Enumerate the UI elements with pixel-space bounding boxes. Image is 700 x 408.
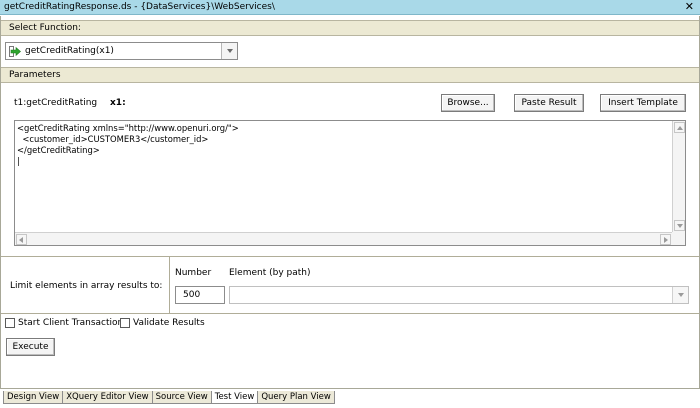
editor-line: </getCreditRating> xyxy=(17,145,100,155)
browse-button[interactable]: Browse... xyxy=(441,94,495,112)
function-select-value: getCreditRating(x1) xyxy=(25,46,114,56)
validate-results-checkbox[interactable] xyxy=(120,318,130,328)
element-column-header: Element (by path) xyxy=(229,268,311,278)
function-select[interactable]: getCreditRating(x1) xyxy=(5,42,238,60)
parameters-label: Parameters xyxy=(9,70,61,80)
limit-elements-label: Limit elements in array results to: xyxy=(10,281,163,291)
start-client-transaction-checkbox[interactable] xyxy=(5,318,15,328)
divider xyxy=(169,257,170,313)
validate-results-label[interactable]: Validate Results xyxy=(133,318,205,328)
chevron-down-icon xyxy=(677,224,683,228)
chevron-right-icon xyxy=(664,237,668,243)
scroll-up-button[interactable] xyxy=(674,122,685,133)
chevron-down-icon xyxy=(678,293,684,297)
chevron-up-icon xyxy=(677,126,683,130)
editor-content[interactable]: <getCreditRating xmlns="http://www.openu… xyxy=(17,123,239,167)
element-path-dropdown-button[interactable] xyxy=(672,287,688,303)
chevron-left-icon xyxy=(19,237,23,243)
editor-vertical-scrollbar[interactable] xyxy=(672,121,685,232)
window-title: getCreditRatingResponse.ds - {DataServic… xyxy=(4,2,275,12)
divider xyxy=(1,256,699,257)
select-function-header: Select Function: xyxy=(1,20,699,36)
number-column-header: Number xyxy=(175,268,212,278)
scroll-right-button[interactable] xyxy=(660,234,671,245)
close-icon[interactable]: ✕ xyxy=(685,0,694,14)
green-arrow-icon xyxy=(9,46,21,57)
function-select-dropdown-button[interactable] xyxy=(221,43,237,59)
divider xyxy=(1,313,699,314)
tab-source-view[interactable]: Source View xyxy=(151,391,212,404)
select-function-label: Select Function: xyxy=(9,23,81,33)
editor-line: <customer_id>CUSTOMER3</customer_id> xyxy=(17,134,209,144)
editor-line: <getCreditRating xmlns="http://www.openu… xyxy=(17,123,239,133)
tab-test-view[interactable]: Test View xyxy=(210,391,259,404)
editor-horizontal-scrollbar[interactable] xyxy=(15,232,672,245)
scroll-down-button[interactable] xyxy=(674,220,685,231)
paste-result-button[interactable]: Paste Result xyxy=(514,94,584,112)
limit-number-input[interactable] xyxy=(175,286,225,304)
scrollbar-corner xyxy=(672,232,685,245)
tab-query-plan-view[interactable]: Query Plan View xyxy=(257,391,335,404)
tab-design-view[interactable]: Design View xyxy=(3,391,64,404)
insert-template-button[interactable]: Insert Template xyxy=(600,94,686,112)
execute-button[interactable]: Execute xyxy=(6,338,55,356)
tab-xquery-editor-view[interactable]: XQuery Editor View xyxy=(62,391,153,404)
window-title-bar: getCreditRatingResponse.ds - {DataServic… xyxy=(0,0,700,15)
view-tabs: Design View XQuery Editor View Source Vi… xyxy=(3,391,335,404)
scroll-left-button[interactable] xyxy=(16,234,27,245)
parameters-header: Parameters xyxy=(1,67,699,83)
element-path-select[interactable] xyxy=(229,286,689,304)
parameter-xml-editor[interactable]: <getCreditRating xmlns="http://www.openu… xyxy=(14,120,686,246)
start-client-transaction-label[interactable]: Start Client Transaction xyxy=(18,318,123,328)
chevron-down-icon xyxy=(227,49,233,53)
parameter-name-label: x1: xyxy=(110,98,126,108)
parameter-type-label: t1:getCreditRating xyxy=(14,98,98,108)
